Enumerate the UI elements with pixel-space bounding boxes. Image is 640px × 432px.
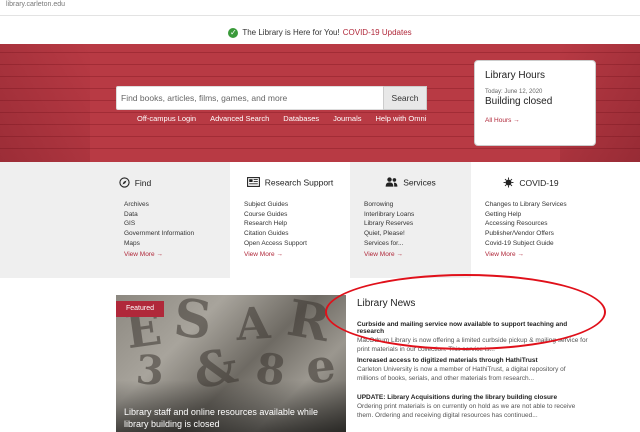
search-box: Search [116, 86, 427, 110]
borrowing-link[interactable]: Borrowing [364, 200, 414, 210]
users-icon [385, 177, 398, 189]
getting-help-link[interactable]: Getting Help [485, 210, 567, 220]
covid-heading: COVID-19 [519, 177, 559, 188]
subject-guides-link[interactable]: Subject Guides [244, 200, 307, 210]
services-column: Services Borrowing Interlibrary Loans Li… [350, 162, 471, 278]
covid-notice-bar: ✓ The Library is Here for You! COVID-19 Up… [0, 20, 640, 46]
find-view-more-link[interactable]: View More → [124, 251, 163, 258]
find-maps-link[interactable]: Maps [124, 239, 194, 249]
citation-guides-link[interactable]: Citation Guides [244, 229, 307, 239]
news-item: UPDATE: Library Acquisitions during the … [357, 394, 589, 420]
news-headline-hathitrust[interactable]: Increased access to digitized materials … [357, 357, 589, 364]
news-item: Increased access to digitized materials … [357, 357, 589, 383]
accessing-resources-link[interactable]: Accessing Resources [485, 219, 567, 229]
changes-to-services-link[interactable]: Changes to Library Services [485, 200, 567, 210]
services-view-more-link[interactable]: View More → [364, 251, 403, 258]
virus-icon [503, 177, 514, 190]
find-gis-link[interactable]: GIS [124, 219, 194, 229]
browser-url-bar[interactable]: library.carleton.edu [0, 0, 640, 16]
covid-view-more-link[interactable]: View More → [485, 251, 524, 258]
hours-title: Library Hours [485, 70, 546, 81]
research-support-column: Research Support Subject Guides Course G… [230, 162, 350, 278]
research-help-link[interactable]: Research Help [244, 219, 307, 229]
find-heading: Find [134, 177, 152, 188]
news-summary: Ordering print materials is on currently… [357, 403, 576, 419]
news-summary: Carleton University is now a member of H… [357, 366, 566, 382]
off-campus-login-link[interactable]: Off-campus Login [137, 114, 196, 123]
hours-date: Today: June 12, 2020 [485, 89, 543, 95]
library-reserves-link[interactable]: Library Reserves [364, 219, 414, 229]
help-with-omni-link[interactable]: Help with Omni [376, 114, 427, 123]
publisher-vendor-offers-link[interactable]: Publisher/Vendor Offers [485, 229, 567, 239]
quick-links-section: Find Archives Data GIS Government Inform… [0, 162, 640, 278]
url-text: library.carleton.edu [6, 1, 66, 8]
hours-status: Building closed [485, 96, 553, 107]
red-annotation-circle [325, 274, 606, 350]
interlibrary-loans-link[interactable]: Interlibrary Loans [364, 210, 414, 220]
advanced-search-link[interactable]: Advanced Search [210, 114, 269, 123]
compass-icon [119, 177, 130, 190]
find-archives-link[interactable]: Archives [124, 200, 194, 210]
featured-caption[interactable]: Library staff and online resources avail… [124, 406, 342, 430]
databases-link[interactable]: Databases [283, 114, 319, 123]
open-access-support-link[interactable]: Open Access Support [244, 239, 307, 249]
services-heading: Services [403, 177, 436, 188]
all-hours-link[interactable]: All Hours → [485, 117, 585, 124]
newspaper-icon [246, 177, 260, 189]
research-view-more-link[interactable]: View More → [244, 251, 283, 258]
quiet-please-link[interactable]: Quiet, Please! [364, 229, 414, 239]
check-circle-icon: ✓ [228, 28, 239, 38]
search-links: Off-campus Login Advanced Search Databases… [137, 114, 440, 123]
services-for-link[interactable]: Services for... [364, 239, 414, 249]
notice-message: The Library is Here for You! [242, 28, 340, 37]
covid-column: COVID-19 Changes to Library Services Get… [471, 162, 640, 278]
find-data-link[interactable]: Data [124, 210, 194, 220]
search-button[interactable]: Search [383, 86, 427, 110]
library-hours-card: Library Hours Today: June 12, 2020 Build… [474, 60, 596, 146]
course-guides-link[interactable]: Course Guides [244, 210, 307, 220]
search-input[interactable] [117, 87, 379, 109]
news-headline-acquisitions[interactable]: UPDATE: Library Acquisitions during the … [357, 394, 589, 401]
find-government-information-link[interactable]: Government Information [124, 229, 194, 239]
research-support-heading: Research Support [264, 177, 334, 188]
featured-badge: Featured [116, 301, 164, 317]
covid-subject-guide-link[interactable]: Covid-19 Subject Guide [485, 239, 567, 249]
journals-link[interactable]: Journals [333, 114, 361, 123]
find-column: Find Archives Data GIS Government Inform… [0, 162, 230, 278]
covid-updates-link[interactable]: COVID-19 Updates [343, 28, 412, 37]
